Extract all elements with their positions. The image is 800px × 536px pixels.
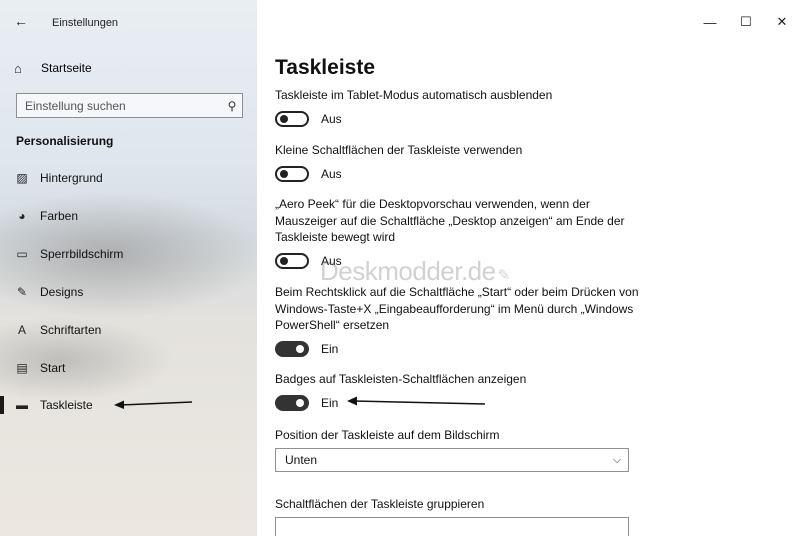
lock-screen-icon: ▭ bbox=[16, 247, 28, 261]
sidebar-item-label: Taskleiste bbox=[40, 398, 93, 412]
toggle-state-label: Ein bbox=[321, 341, 339, 356]
annotation-arrow bbox=[114, 400, 193, 409]
sidebar-item-designs[interactable]: ✎ Designs bbox=[0, 274, 257, 310]
toggle-switch[interactable] bbox=[275, 165, 309, 182]
pencil-icon: ✎ bbox=[497, 267, 511, 284]
sidebar: ← Einstellungen ⌂ Startseite ⚲ Personali… bbox=[0, 0, 257, 536]
sidebar-item-schriftarten[interactable]: A Schriftarten bbox=[0, 312, 257, 348]
fonts-icon: A bbox=[17, 323, 26, 337]
setting-position-label: Position der Taskleiste auf dem Bildschi… bbox=[275, 427, 645, 444]
group-dropdown[interactable] bbox=[275, 517, 629, 536]
setting-description: Taskleiste im Tablet-Modus automatisch a… bbox=[275, 88, 553, 102]
title-bar: ← Einstellungen bbox=[0, 0, 257, 46]
watermark-text: Deskmodder.de bbox=[320, 256, 496, 286]
background-image-icon: ▨ bbox=[16, 171, 28, 185]
annotation-arrow bbox=[347, 396, 486, 406]
toggle-switch[interactable] bbox=[275, 110, 309, 127]
toggle-knob bbox=[280, 256, 288, 265]
sidebar-item-label: Hintergrund bbox=[40, 171, 103, 185]
app-title: Einstellungen bbox=[52, 17, 119, 29]
window-controls: — ☐ ✕ bbox=[692, 0, 800, 44]
start-icon: ▤ bbox=[16, 361, 28, 375]
setting-powershell: Beim Rechtsklick auf die Schaltfläche „S… bbox=[275, 284, 645, 357]
back-arrow-icon[interactable]: ← bbox=[14, 13, 28, 29]
section-title: Personalisierung bbox=[16, 134, 114, 148]
dropdown-value: Unten bbox=[285, 453, 318, 467]
sidebar-item-label: Designs bbox=[40, 285, 84, 299]
palette-icon: ◕ bbox=[18, 209, 26, 223]
minimize-icon[interactable]: — bbox=[692, 0, 728, 44]
setting-description: Badges auf Taskleisten-Schaltflächen anz… bbox=[275, 372, 527, 386]
page-title: Taskleiste bbox=[275, 56, 376, 79]
themes-icon: ✎ bbox=[16, 285, 28, 299]
toggle-knob bbox=[296, 398, 304, 407]
taskbar-icon: ▬ bbox=[16, 398, 28, 412]
setting-tablet-autohide: Taskleiste im Tablet-Modus automatisch a… bbox=[275, 87, 645, 127]
sidebar-item-hintergrund[interactable]: ▨ Hintergrund bbox=[0, 160, 257, 196]
watermark: Deskmodder.de ✎ bbox=[320, 256, 510, 287]
search-input[interactable] bbox=[17, 98, 222, 113]
home-icon: ⌂ bbox=[14, 60, 22, 76]
setting-description: „Aero Peek“ für die Desktopvorschau verw… bbox=[275, 197, 625, 244]
main-content: — ☐ ✕ Taskleiste Taskleiste im Tablet-Mo… bbox=[257, 0, 800, 536]
setting-description: Beim Rechtsklick auf die Schaltfläche „S… bbox=[275, 285, 639, 332]
toggle-switch[interactable] bbox=[275, 394, 309, 411]
toggle-knob bbox=[296, 344, 304, 353]
sidebar-item-sperrbildschirm[interactable]: ▭ Sperrbildschirm bbox=[0, 236, 257, 272]
search-icon[interactable]: ⚲ bbox=[222, 99, 242, 113]
setting-description: Schaltflächen der Taskleiste gruppieren bbox=[275, 497, 485, 511]
maximize-icon[interactable]: ☐ bbox=[728, 0, 764, 44]
setting-description: Position der Taskleiste auf dem Bildschi… bbox=[275, 428, 500, 442]
sidebar-item-label: Farben bbox=[40, 209, 79, 223]
setting-description: Kleine Schaltflächen der Taskleiste verw… bbox=[275, 143, 523, 157]
sidebar-item-label: Sperrbildschirm bbox=[40, 247, 124, 261]
toggle-switch[interactable] bbox=[275, 252, 309, 269]
toggle-knob bbox=[280, 114, 288, 123]
toggle-knob bbox=[280, 169, 288, 178]
sidebar-item-label: Schriftarten bbox=[40, 323, 102, 337]
sidebar-item-label: Start bbox=[40, 361, 66, 375]
setting-group-label: Schaltflächen der Taskleiste gruppieren bbox=[275, 496, 645, 513]
close-icon[interactable]: ✕ bbox=[764, 0, 800, 44]
toggle-state-label: Aus bbox=[321, 111, 342, 126]
toggle-switch[interactable] bbox=[275, 340, 309, 357]
sidebar-item-farben[interactable]: ◕ Farben bbox=[0, 198, 257, 234]
sidebar-item-start[interactable]: ▤ Start bbox=[0, 350, 257, 386]
toggle-state-label: Ein bbox=[321, 395, 339, 410]
nav-home-label: Startseite bbox=[41, 61, 92, 75]
search-box[interactable]: ⚲ bbox=[16, 93, 243, 118]
position-dropdown[interactable]: Unten ⌵ bbox=[275, 448, 629, 472]
nav-home[interactable]: ⌂ Startseite bbox=[14, 58, 92, 78]
chevron-down-icon: ⌵ bbox=[612, 453, 622, 466]
setting-small-buttons: Kleine Schaltflächen der Taskleiste verw… bbox=[275, 142, 645, 182]
toggle-state-label: Aus bbox=[321, 166, 342, 181]
